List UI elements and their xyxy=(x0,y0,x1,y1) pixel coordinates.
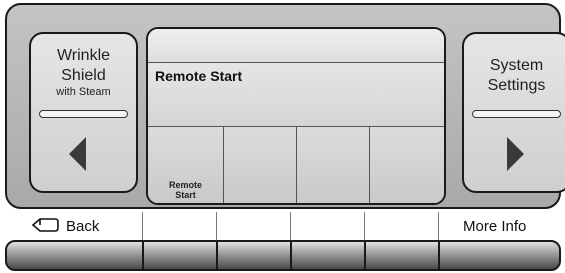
bottom-button-4[interactable] xyxy=(292,242,365,269)
bottom-label-row: Back More Info xyxy=(0,212,565,241)
label-divider xyxy=(364,212,365,241)
softkey-remote-start[interactable]: Remote Start xyxy=(148,127,224,203)
bar-divider xyxy=(290,242,292,269)
softkey-label: Remote Start xyxy=(148,180,223,200)
bottom-button-bar xyxy=(5,240,561,271)
softkey-label-line2: Start xyxy=(175,190,196,200)
bottom-button-5[interactable] xyxy=(366,242,439,269)
back-button[interactable] xyxy=(7,242,143,269)
system-settings-label-line1: System xyxy=(489,57,544,74)
softkey-2[interactable] xyxy=(224,127,297,203)
more-info-button[interactable] xyxy=(440,242,559,269)
label-divider xyxy=(290,212,291,241)
bar-divider xyxy=(216,242,218,269)
wrinkle-shield-label-line3: with Steam xyxy=(56,86,111,98)
label-divider xyxy=(142,212,143,241)
softkey-row: Remote Start xyxy=(148,127,444,203)
back-label-group: Back xyxy=(30,212,99,241)
button-divider xyxy=(472,110,561,118)
back-arrow-icon xyxy=(31,218,59,232)
softkey-3[interactable] xyxy=(297,127,370,203)
control-panel: Wrinkle Shield with Steam Remote Start R… xyxy=(5,3,565,209)
screen-title: Remote Start xyxy=(155,68,243,84)
back-label: Back xyxy=(66,218,100,235)
wrinkle-shield-label-line2: Shield xyxy=(61,67,106,84)
screen-message-area: Remote Start xyxy=(148,63,444,127)
bottom-button-2[interactable] xyxy=(144,242,217,269)
bar-divider xyxy=(438,242,440,269)
softkey-4[interactable] xyxy=(370,127,444,203)
button-divider xyxy=(39,110,128,118)
label-divider xyxy=(216,212,217,241)
display-screen: Remote Start Remote Start xyxy=(146,27,446,205)
system-settings-button[interactable]: System Settings xyxy=(462,32,565,193)
arrow-right-icon xyxy=(507,137,524,171)
screen-header xyxy=(148,29,444,63)
wrinkle-shield-button[interactable]: Wrinkle Shield with Steam xyxy=(29,32,138,193)
bottom-button-3[interactable] xyxy=(218,242,291,269)
label-divider xyxy=(438,212,439,241)
bar-divider xyxy=(364,242,366,269)
bar-divider xyxy=(142,242,144,269)
wrinkle-shield-label-line1: Wrinkle xyxy=(56,47,111,64)
softkey-label-line1: Remote xyxy=(168,180,202,190)
arrow-left-icon xyxy=(69,137,86,171)
more-info-label: More Info xyxy=(463,218,527,235)
system-settings-label-line2: Settings xyxy=(487,77,546,94)
